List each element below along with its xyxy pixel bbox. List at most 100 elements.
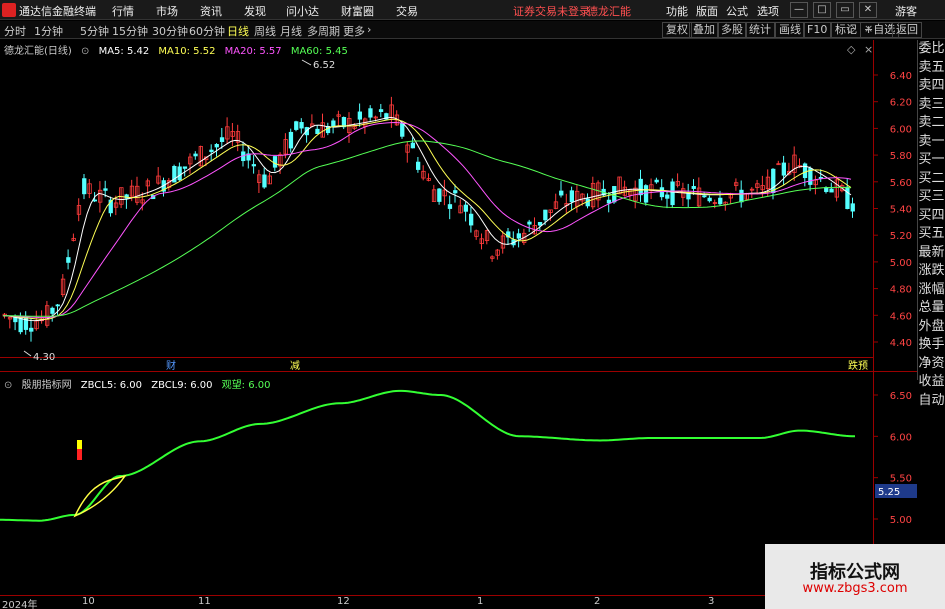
marker-finance[interactable]: 财 — [166, 359, 176, 372]
restore-icon[interactable]: ▭ — [836, 2, 854, 18]
price-chart-svg: 6.40 6.20 6.00 5.80 5.60 5.40 5.20 5.00 4.80 4.60… — [0, 22, 917, 596]
side-item-bid4[interactable]: 买四 — [918, 207, 945, 226]
period-weekly[interactable]: 周线 — [254, 23, 276, 39]
toolbar-stats[interactable]: 统计 — [745, 22, 775, 38]
candle-body — [389, 104, 394, 119]
price-tick-label: 6.20 — [890, 98, 912, 109]
candle-body — [453, 190, 458, 194]
candle-body — [188, 156, 193, 165]
menu-function[interactable]: 功能 — [666, 3, 688, 19]
side-item-net-assets[interactable]: 净资 — [918, 355, 945, 374]
candle-body — [633, 187, 638, 202]
candle-body — [670, 181, 675, 206]
menu-discover[interactable]: 发现 — [244, 3, 266, 19]
price-tick-label: 4.80 — [890, 285, 912, 296]
candle-body — [347, 118, 352, 134]
menu-layout[interactable]: 版面 — [696, 3, 718, 19]
marker-drop-warning[interactable]: 跌预 — [848, 359, 868, 372]
trade-login-warning[interactable]: 证券交易未登录 — [513, 3, 590, 19]
side-item-turnover[interactable]: 换手 — [918, 336, 945, 355]
toolbar-adjust[interactable]: 复权 — [662, 22, 692, 38]
toolbar-overlay[interactable]: 叠加 — [689, 22, 719, 38]
menu-market-quotes[interactable]: 行情 — [112, 3, 134, 19]
candle-body — [734, 182, 739, 186]
watermark-url: www.zbgs3.com — [802, 581, 908, 596]
period-daily[interactable]: 日线 — [227, 23, 249, 39]
candle-body — [580, 193, 585, 202]
period-30min[interactable]: 30分钟 — [152, 23, 188, 39]
indicator-tick-label: 6.50 — [890, 391, 912, 402]
menu-market[interactable]: 市场 — [156, 3, 178, 19]
menu-news[interactable]: 资讯 — [200, 3, 222, 19]
period-5min[interactable]: 5分钟 — [80, 23, 109, 39]
indicator-settings-icon[interactable]: ⊙ — [4, 380, 12, 391]
pane-close-icon[interactable]: × — [864, 43, 873, 56]
menu-ask-xiaoda[interactable]: 问小达 — [286, 3, 319, 19]
toolbar-f10[interactable]: F10 — [803, 22, 832, 38]
candle-body — [447, 204, 453, 209]
side-item-ask1[interactable]: 卖一 — [918, 133, 945, 152]
side-item-change-pct[interactable]: 涨幅 — [918, 281, 945, 300]
side-item-bid3[interactable]: 买三 — [918, 188, 945, 207]
menu-formula[interactable]: 公式 — [726, 3, 748, 19]
price-tick-label: 6.40 — [890, 71, 912, 82]
side-item-ask4[interactable]: 卖四 — [918, 77, 945, 96]
period-60min[interactable]: 60分钟 — [189, 23, 225, 39]
indicator-title: 殷朋指标网 — [21, 380, 72, 391]
candle-body — [792, 154, 797, 173]
candle-body — [675, 181, 680, 186]
period-multi[interactable]: 多周期 — [307, 23, 340, 39]
period-more[interactable]: 更多 — [343, 23, 365, 39]
candle-body — [426, 178, 431, 181]
pane-diamond-icon[interactable]: ◇ — [847, 43, 856, 56]
period-15min[interactable]: 15分钟 — [112, 23, 148, 39]
side-item-order-ratio[interactable]: 委比 — [918, 40, 945, 59]
side-item-bid5[interactable]: 买五 — [918, 225, 945, 244]
price-tick-label: 6.00 — [890, 124, 912, 135]
side-item-bid2[interactable]: 买二 — [918, 170, 945, 189]
side-item-change[interactable]: 涨跌 — [918, 262, 945, 281]
candle-body — [39, 317, 44, 322]
marker-reduce[interactable]: 减 — [290, 360, 300, 372]
side-item-ask2[interactable]: 卖二 — [918, 114, 945, 133]
candle-body — [691, 186, 696, 189]
candle-body — [787, 170, 792, 175]
candle-body — [612, 186, 617, 203]
side-item-auto[interactable]: 自动 — [918, 392, 945, 411]
menu-trade[interactable]: 交易 — [396, 3, 418, 19]
toolbar-back[interactable]: 返回 — [892, 22, 922, 38]
menu-options[interactable]: 选项 — [757, 3, 779, 19]
signal-bar-red — [77, 449, 82, 460]
candle-body — [241, 151, 246, 162]
toolbar-multi-stock[interactable]: 多股 — [717, 22, 747, 38]
candle-body — [601, 188, 606, 196]
candle-body — [781, 162, 786, 176]
candle-body — [617, 176, 622, 195]
period-intraday[interactable]: 分时 — [4, 23, 26, 39]
chevron-right-icon[interactable]: › — [367, 23, 371, 36]
minimize-icon[interactable]: — — [790, 2, 808, 18]
side-item-latest[interactable]: 最新 — [918, 244, 945, 263]
side-item-earnings[interactable]: 收益 — [918, 373, 945, 392]
period-monthly[interactable]: 月线 — [280, 23, 302, 39]
side-item-volume[interactable]: 总量 — [918, 299, 945, 318]
candle-body — [336, 114, 341, 117]
toolbar-draw[interactable]: 画线 — [775, 22, 805, 38]
yellow-signal-loop — [73, 474, 127, 518]
maximize-icon[interactable]: □ — [813, 2, 831, 18]
candle-body — [707, 197, 712, 202]
side-item-outer[interactable]: 外盘 — [918, 318, 945, 337]
period-1min[interactable]: 1分钟 — [34, 23, 63, 39]
menu-wealth-circle[interactable]: 财富圈 — [341, 3, 374, 19]
toolbar-mark[interactable]: 标记 — [831, 22, 861, 38]
candle-body — [569, 190, 574, 203]
guest-label[interactable]: 游客 — [895, 3, 917, 19]
candle-body — [463, 204, 469, 212]
indicator-tick-label: 5.50 — [890, 474, 912, 485]
side-item-ask5[interactable]: 卖五 — [918, 59, 945, 78]
side-item-bid1[interactable]: 买一 — [918, 151, 945, 170]
settings-icon[interactable]: ⊙ — [81, 46, 89, 57]
close-icon[interactable]: ✕ — [859, 2, 877, 18]
side-item-ask3[interactable]: 卖三 — [918, 96, 945, 115]
candle-body — [834, 179, 839, 198]
